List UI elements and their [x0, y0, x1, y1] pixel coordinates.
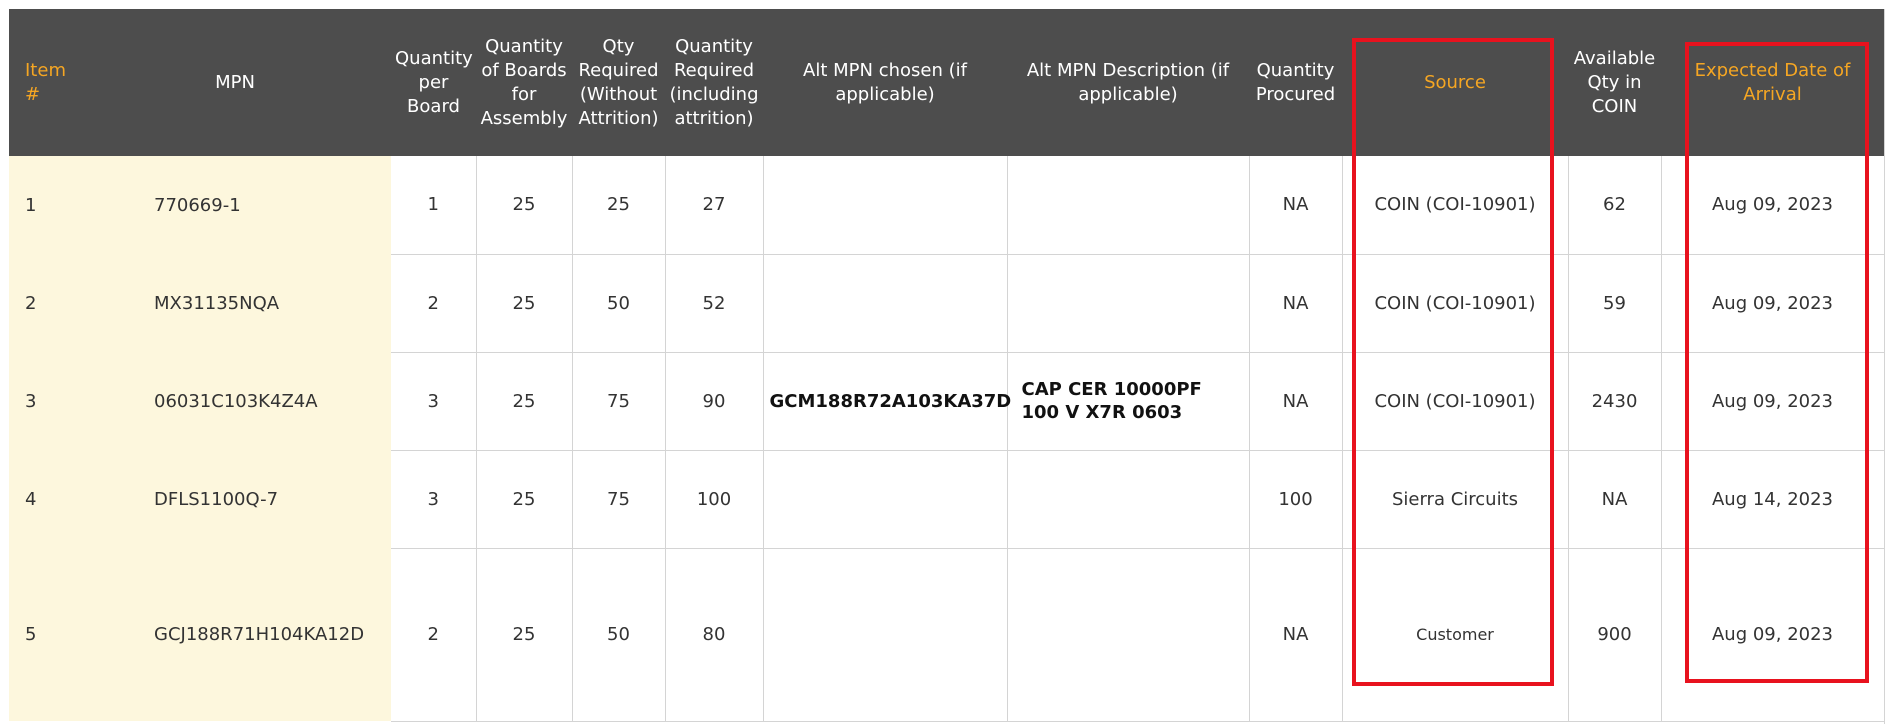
cell-qty-boards: 25 — [476, 254, 573, 353]
header-row: Item # MPN Quantity per Board Quantity o… — [9, 9, 1884, 156]
cell-alt-desc: CAP CER 10000PF 100 V X7R 0603 — [1007, 352, 1250, 451]
cell-alt-mpn — [763, 156, 1008, 255]
cell-qty-per-board: 3 — [391, 352, 477, 451]
cell-eta: Aug 09, 2023 — [1661, 548, 1885, 722]
col-header-alt-mpn[interactable]: Alt MPN chosen (if applicable) — [763, 9, 1007, 156]
cell-alt-desc — [1007, 254, 1250, 353]
col-header-available-coin[interactable]: Available Qty in COIN — [1568, 9, 1661, 156]
cell-qty-boards: 25 — [476, 548, 573, 722]
cell-qty-boards: 25 — [476, 352, 573, 451]
cell-available-coin: 59 — [1568, 254, 1662, 353]
col-header-item[interactable]: Item # — [9, 9, 79, 156]
cell-item: 2 — [9, 254, 79, 352]
cell-qty-procured: NA — [1249, 352, 1343, 451]
table-row: 5 GCJ188R71H104KA12D 2 25 50 80 NA Custo… — [9, 548, 1885, 722]
cell-qty-procured: NA — [1249, 254, 1343, 353]
cell-qty-procured: NA — [1249, 156, 1343, 255]
col-header-alt-desc[interactable]: Alt MPN Description (if applicable) — [1007, 9, 1249, 156]
cell-source: Customer — [1342, 548, 1569, 722]
cell-item: 1 — [9, 156, 79, 254]
col-header-qty-boards[interactable]: Quantity of Boards for Assembly — [476, 9, 572, 156]
cell-eta: Aug 09, 2023 — [1661, 156, 1885, 255]
cell-qty-per-board: 2 — [391, 548, 477, 722]
cell-available-coin: 900 — [1568, 548, 1662, 722]
cell-alt-mpn — [763, 254, 1008, 353]
cell-eta: Aug 09, 2023 — [1661, 352, 1885, 451]
table-right-edge — [1884, 9, 1885, 724]
cell-mpn: 770669-1 — [79, 156, 391, 254]
cell-qty-required-without: 25 — [572, 156, 666, 255]
cell-eta: Aug 14, 2023 — [1661, 450, 1885, 549]
cell-eta: Aug 09, 2023 — [1661, 254, 1885, 353]
cell-qty-per-board: 3 — [391, 450, 477, 549]
table-row: 3 06031C103K4Z4A 3 25 75 90 GCM188R72A10… — [9, 352, 1885, 451]
col-header-qty-required-without[interactable]: Qty Required (Without Attrition) — [572, 9, 665, 156]
cell-alt-desc — [1007, 548, 1250, 722]
col-header-eta[interactable]: Expected Date of Arrival — [1661, 9, 1884, 156]
cell-mpn: MX31135NQA — [79, 254, 391, 352]
cell-qty-required-without: 75 — [572, 450, 666, 549]
col-header-mpn[interactable]: MPN — [79, 9, 391, 156]
cell-qty-per-board: 2 — [391, 254, 477, 353]
cell-mpn: GCJ188R71H104KA12D — [79, 548, 391, 721]
col-header-source[interactable]: Source — [1342, 9, 1568, 156]
cell-source: COIN (COI-10901) — [1342, 156, 1569, 255]
cell-available-coin: 2430 — [1568, 352, 1662, 451]
cell-alt-mpn — [763, 450, 1008, 549]
cell-qty-boards: 25 — [476, 450, 573, 549]
cell-available-coin: NA — [1568, 450, 1662, 549]
col-header-qty-per-board[interactable]: Quantity per Board — [391, 9, 476, 156]
cell-qty-required-including: 100 — [665, 450, 764, 549]
cell-available-coin: 62 — [1568, 156, 1662, 255]
cell-qty-required-including: 90 — [665, 352, 764, 451]
cell-qty-required-without: 75 — [572, 352, 666, 451]
cell-alt-mpn — [763, 548, 1008, 722]
cell-qty-procured: 100 — [1249, 450, 1343, 549]
cell-source: COIN (COI-10901) — [1342, 352, 1569, 451]
table-row: 4 DFLS1100Q-7 3 25 75 100 100 Sierra Cir… — [9, 450, 1885, 549]
cell-item: 4 — [9, 450, 79, 548]
cell-alt-mpn: GCM188R72A103KA37D — [763, 352, 1011, 451]
cell-qty-required-including: 52 — [665, 254, 764, 353]
cell-qty-boards: 25 — [476, 156, 573, 255]
bom-table: Item # MPN Quantity per Board Quantity o… — [9, 9, 1885, 722]
cell-mpn: 06031C103K4Z4A — [79, 352, 391, 450]
table-row: 1 770669-1 1 25 25 27 NA COIN (COI-10901… — [9, 156, 1885, 255]
cell-qty-per-board: 1 — [391, 156, 477, 255]
table-row: 2 MX31135NQA 2 25 50 52 NA COIN (COI-109… — [9, 254, 1885, 353]
cell-item: 5 — [9, 548, 79, 721]
cell-item: 3 — [9, 352, 79, 450]
cell-qty-procured: NA — [1249, 548, 1343, 722]
cell-qty-required-including: 80 — [665, 548, 764, 722]
cell-source: COIN (COI-10901) — [1342, 254, 1569, 353]
col-header-qty-required-including[interactable]: Quantity Required (including attrition) — [665, 9, 763, 156]
cell-source: Sierra Circuits — [1342, 450, 1569, 549]
col-header-qty-procured[interactable]: Quantity Procured — [1249, 9, 1342, 156]
cell-qty-required-without: 50 — [572, 548, 666, 722]
cell-qty-required-including: 27 — [665, 156, 764, 255]
cell-alt-desc — [1007, 450, 1250, 549]
cell-mpn: DFLS1100Q-7 — [79, 450, 391, 548]
cell-alt-desc — [1007, 156, 1250, 255]
cell-qty-required-without: 50 — [572, 254, 666, 353]
